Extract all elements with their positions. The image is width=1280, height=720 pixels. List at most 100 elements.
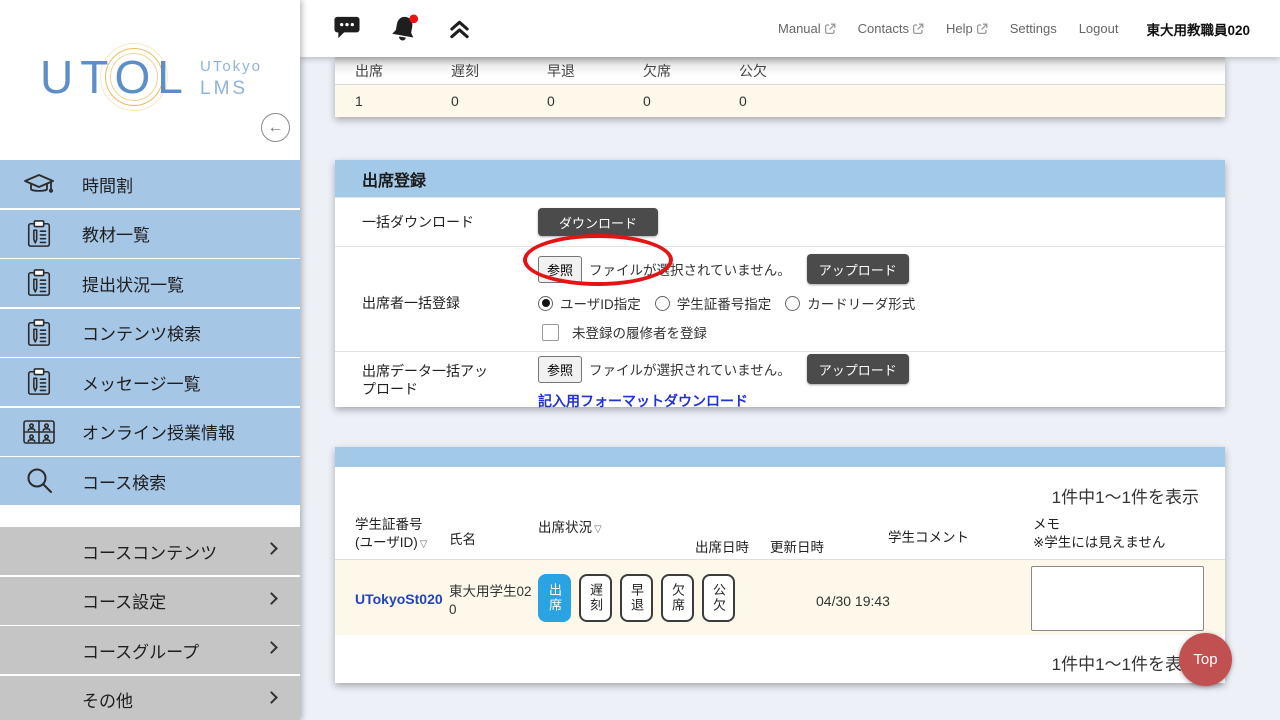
column-header-memo: メモ ※学生には見えません	[1033, 516, 1165, 551]
topbar: Manual Contacts Help Settings Logout 東大用…	[300, 0, 1280, 57]
utol-logo: UTOL	[40, 51, 190, 103]
pagination-text: 1件中1〜1件を表示	[1051, 655, 1199, 674]
data-bulk-content: 参照 ファイルが選択されていません。 アップロード 記入用フォーマットダウンロー…	[538, 354, 909, 409]
status-button-excused-absence[interactable]: 公欠	[702, 574, 735, 622]
sidebar-item-label: コース設定	[82, 593, 167, 612]
status-button-early-leave[interactable]: 早退	[620, 574, 653, 622]
column-text: 出席状況	[538, 520, 592, 535]
radio-student-card-number[interactable]: 学生証番号指定	[654, 293, 771, 313]
nav-settings-link[interactable]: Settings	[1010, 21, 1057, 36]
student-name: 東大用学生020	[449, 584, 532, 617]
sidebar-item-online-class[interactable]: オンライン授業情報	[0, 407, 300, 456]
collapse-up-icon[interactable]	[448, 18, 471, 40]
upload-button[interactable]: アップロード	[806, 254, 909, 284]
sidebar-collapse-button[interactable]: ←	[261, 113, 290, 142]
summary-col-header: 公欠	[739, 62, 767, 79]
status-button-late[interactable]: 遅刻	[579, 574, 612, 622]
clipboard-icon	[20, 318, 58, 348]
sidebar-item-timetable[interactable]: 時間割	[0, 160, 300, 208]
nav-logout-link[interactable]: Logout	[1079, 21, 1119, 36]
radio-icon	[538, 295, 553, 311]
attendance-status-buttons: 出席 遅刻 早退 欠席 公欠	[538, 574, 735, 622]
sidebar-item-label: 時間割	[82, 176, 133, 196]
chevron-right-icon	[265, 542, 278, 555]
radio-user-id[interactable]: ユーザID指定	[538, 293, 641, 313]
summary-header-row: 出席 遅刻 早退 欠席 公欠	[335, 57, 1225, 85]
label-text: 出席データ一括アップロード	[362, 363, 488, 397]
radio-icon	[654, 295, 670, 311]
scroll-to-top-button[interactable]: Top	[1179, 633, 1232, 686]
column-header-status[interactable]: 出席状況 ▽	[538, 519, 602, 537]
sidebar-main-menu: 時間割 教材一覧 提出状況一覧 コンテンツ検索 メッセージ一覧 オンライン授業情…	[0, 160, 300, 507]
logo-sub-line2: LMS	[200, 77, 249, 99]
summary-value: 1	[355, 93, 363, 109]
sidebar: UTOL UTokyo LMS ← 時間割 教材一覧 提出状況一覧 コンテンツ検…	[0, 0, 300, 720]
sidebar-item-course-settings[interactable]: コース設定	[0, 576, 300, 625]
nav-link-label: Help	[945, 21, 973, 36]
bulk-download-row: 一括ダウンロード ダウンロード	[335, 197, 1225, 286]
column-header-student-comment: 学生コメント	[888, 530, 969, 545]
external-link-icon	[976, 23, 988, 35]
notification-bell-icon[interactable]	[388, 13, 422, 44]
sidebar-item-course-contents[interactable]: コースコンテンツ	[0, 527, 300, 575]
sidebar-item-materials[interactable]: 教材一覧	[0, 209, 300, 258]
current-user-name: 東大用教職員020	[1146, 22, 1250, 38]
memo-input[interactable]	[1031, 566, 1204, 631]
nav-manual-link[interactable]: Manual	[778, 21, 836, 36]
update-time-value: 04/30 19:43	[816, 593, 890, 609]
format-download-link[interactable]: 記入用フォーマットダウンロード	[538, 391, 909, 411]
browse-file-button[interactable]: 参照	[538, 255, 583, 283]
status-button-present[interactable]: 出席	[538, 574, 571, 622]
checkbox-label: 未登録の履修者を登録	[572, 326, 707, 341]
download-button[interactable]: ダウンロード	[538, 208, 658, 236]
radio-card-reader[interactable]: カードリーダ形式	[785, 293, 915, 313]
column-text: メモ	[1033, 517, 1060, 532]
column-text: ※学生には見えません	[1033, 534, 1166, 550]
upload-button[interactable]: アップロード	[806, 354, 909, 384]
sidebar-course-menu: コースコンテンツ コース設定 コースグループ その他	[0, 527, 300, 720]
summary-value: 0	[739, 93, 747, 109]
nav-link-label: Logout	[1078, 21, 1119, 36]
column-header-student-id[interactable]: 学生証番号 (ユーザID) ▽	[355, 516, 427, 551]
online-class-icon	[20, 419, 58, 445]
arrow-left-icon: ←	[267, 118, 284, 136]
chevron-right-icon	[265, 641, 278, 654]
column-header-name: 氏名	[449, 532, 476, 547]
sort-icon[interactable]: ▽	[594, 524, 602, 535]
bulk-download-label: 一括ダウンロード	[362, 214, 474, 230]
browse-file-button[interactable]: 参照	[538, 355, 583, 383]
sidebar-item-label: その他	[82, 692, 133, 711]
sidebar-item-others[interactable]: その他	[0, 675, 300, 720]
summary-value: 0	[643, 93, 651, 109]
summary-col-header: 遅刻	[451, 62, 479, 79]
sidebar-item-submission-status[interactable]: 提出状況一覧	[0, 259, 300, 307]
sidebar-item-label: オンライン授業情報	[82, 424, 235, 443]
summary-col-header: 早退	[547, 62, 575, 79]
nav-help-link[interactable]: Help	[946, 21, 988, 36]
chat-icon[interactable]	[332, 15, 362, 42]
id-type-radio-group: ユーザID指定 学生証番号指定 カードリーダ形式	[538, 293, 929, 313]
sidebar-item-content-search[interactable]: コンテンツ検索	[0, 308, 300, 357]
file-status-text: ファイルが選択されていません。	[589, 363, 791, 378]
logo-area: UTOL UTokyo LMS ←	[0, 0, 300, 160]
logo-sub-line1: UTokyo	[200, 58, 263, 75]
checkbox-icon[interactable]	[542, 323, 559, 341]
summary-value: 0	[547, 93, 555, 109]
sort-icon[interactable]: ▽	[420, 539, 428, 550]
attendee-bulk-row: 出席者一括登録 参照 ファイルが選択されていません。 アップロード ユーザID指…	[335, 246, 1225, 351]
sidebar-item-label: 教材一覧	[82, 226, 150, 245]
data-bulk-upload-row: 出席データ一括アップロード 参照 ファイルが選択されていません。 アップロード …	[335, 351, 1225, 409]
sidebar-item-course-group[interactable]: コースグループ	[0, 626, 300, 674]
sidebar-item-label: 提出状況一覧	[82, 275, 184, 295]
sidebar-item-course-search[interactable]: コース検索	[0, 457, 300, 505]
external-link-icon	[912, 23, 924, 35]
table-top-bar	[335, 447, 1225, 467]
clipboard-icon	[20, 367, 58, 397]
student-row: UTokyoSt020 東大用学生020 出席 遅刻 早退 欠席 公欠 04/3…	[335, 560, 1225, 635]
sidebar-item-messages[interactable]: メッセージ一覧	[0, 358, 300, 406]
nav-contacts-link[interactable]: Contacts	[858, 21, 924, 36]
student-id-link[interactable]: UTokyoSt020	[355, 591, 443, 607]
graduation-cap-icon	[20, 170, 58, 198]
status-button-absent[interactable]: 欠席	[661, 574, 694, 622]
topbar-nav: Manual Contacts Help Settings Logout 東大用…	[778, 19, 1250, 39]
